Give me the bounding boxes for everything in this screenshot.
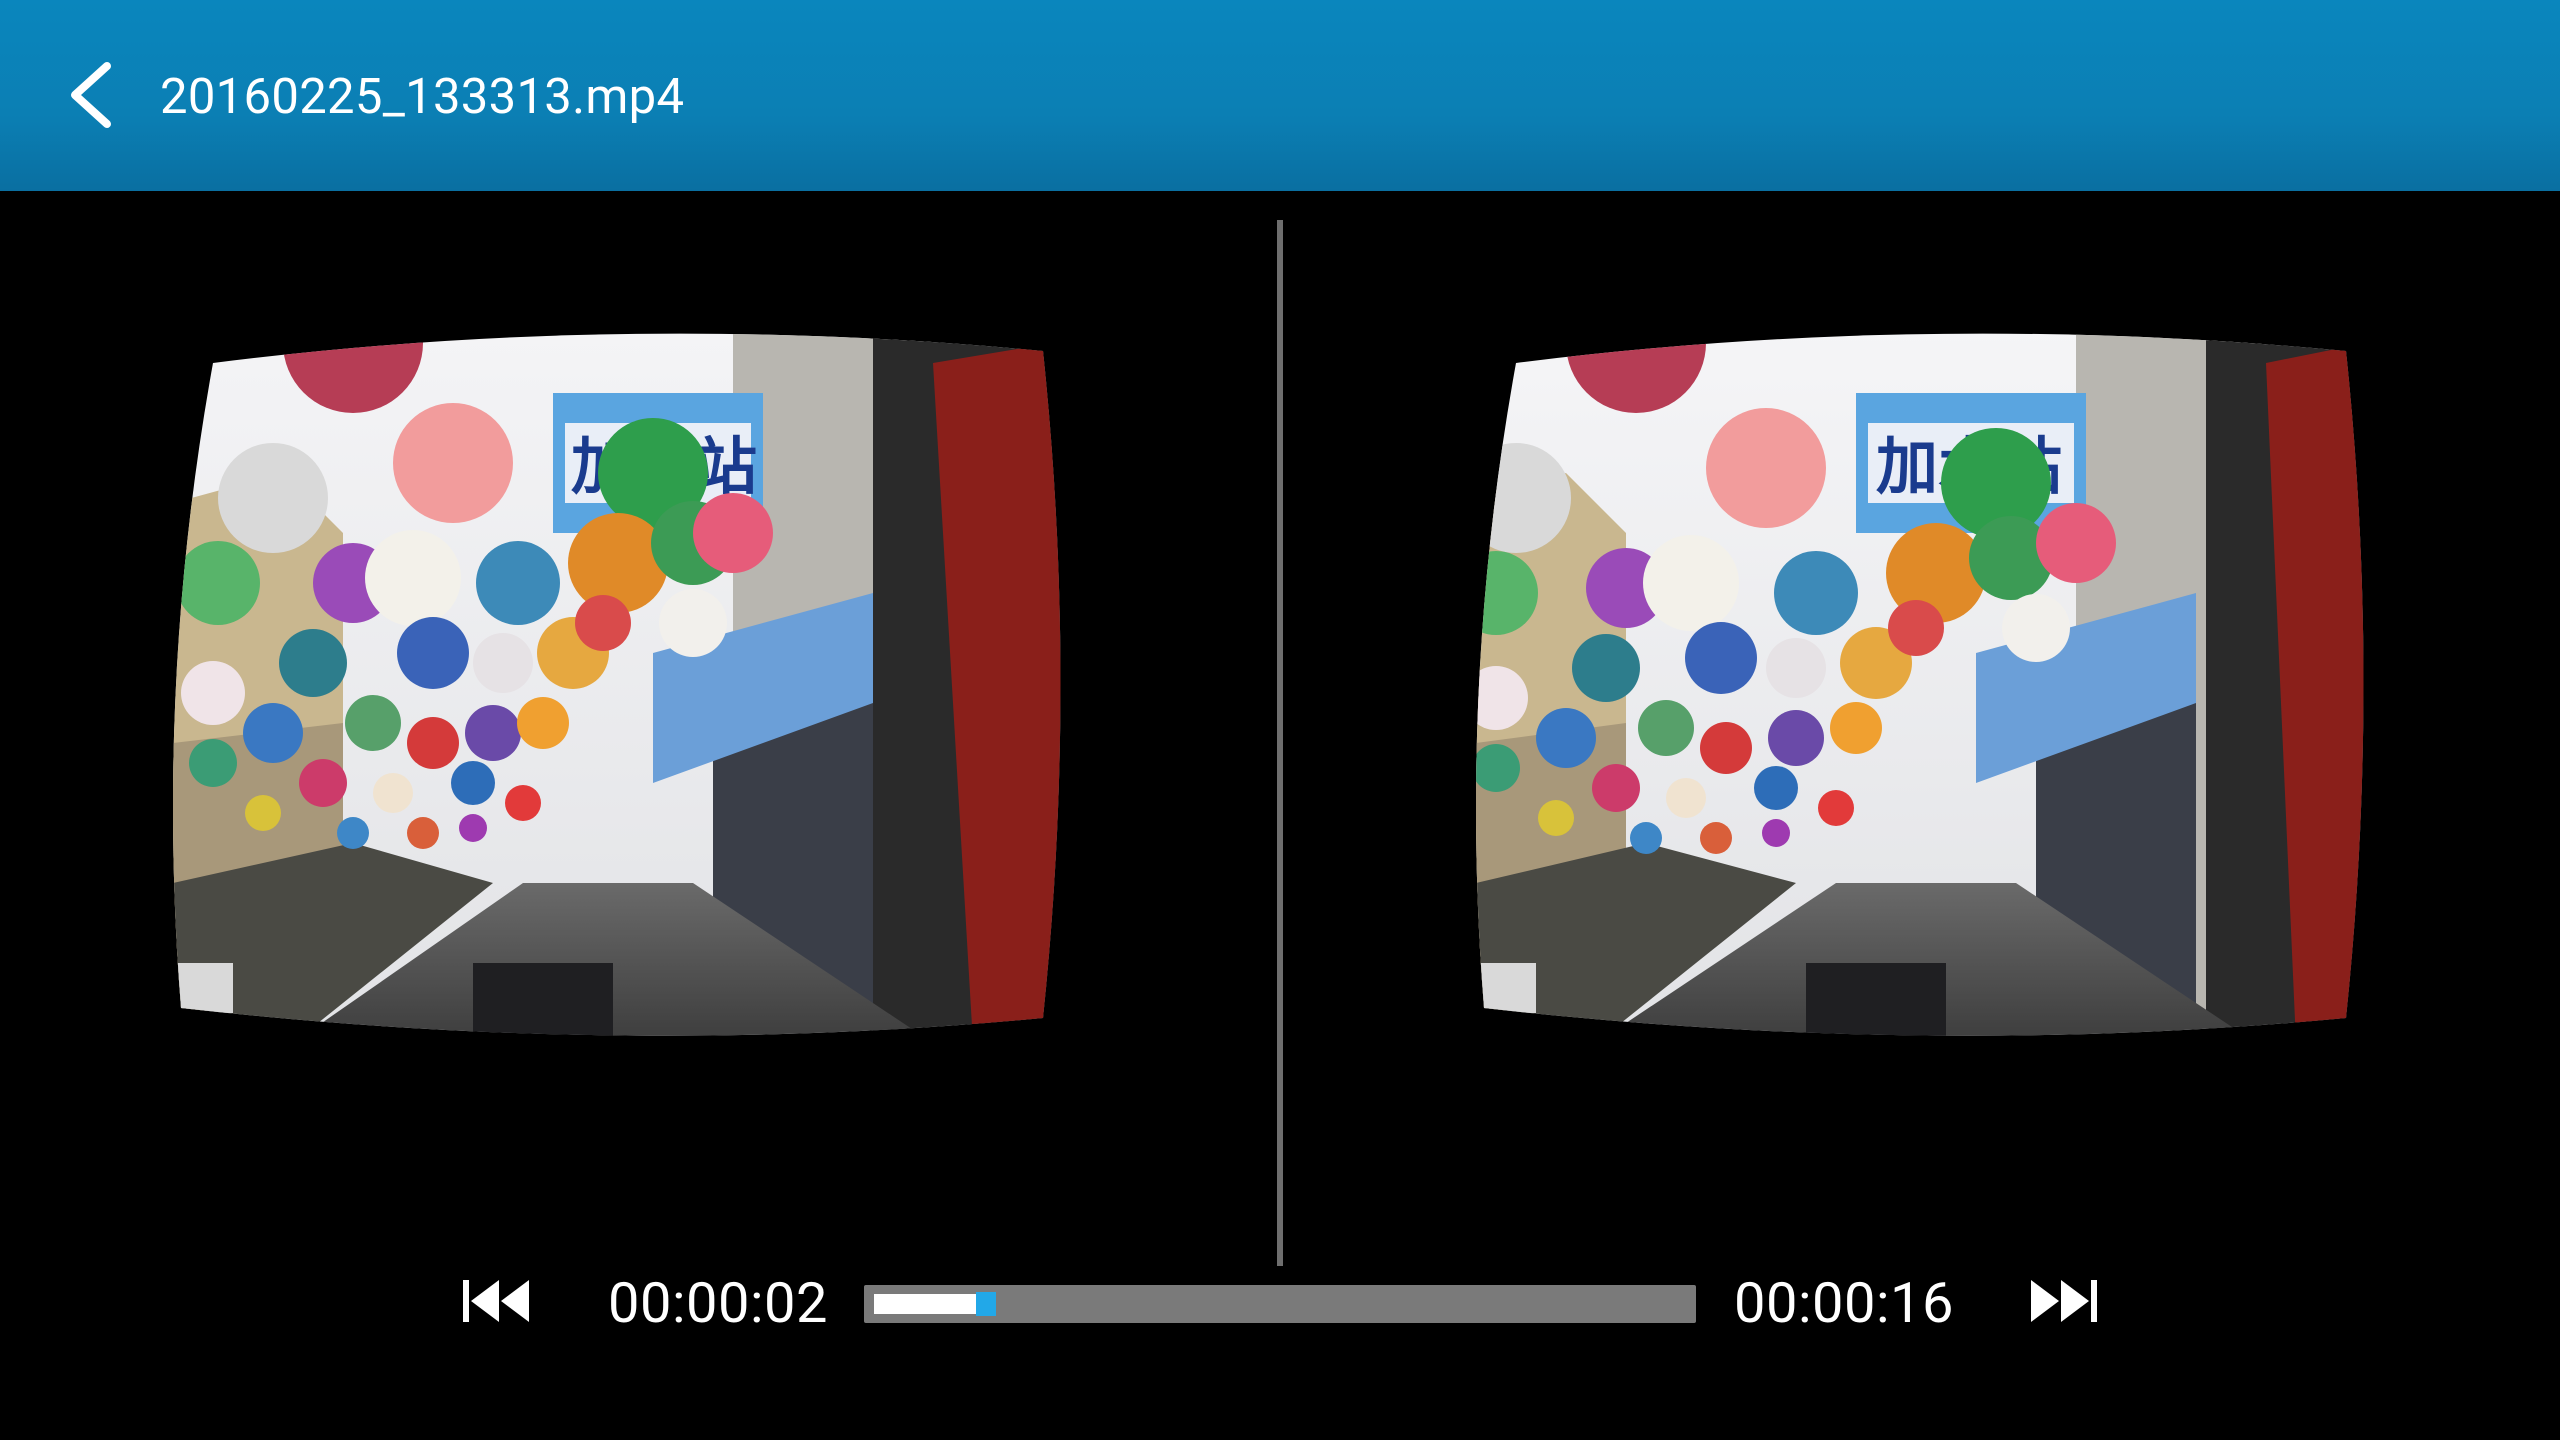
playback-controls: 00:00:02 00:00:16 bbox=[0, 1255, 2560, 1355]
right-eye-video-view[interactable]: 加水站 bbox=[1476, 323, 2376, 1043]
video-title: 20160225_133313.mp4 bbox=[160, 68, 685, 125]
video-frame-left: 加水站 bbox=[173, 333, 1061, 1036]
app-bar: 20160225_133313.mp4 bbox=[0, 0, 2560, 191]
seek-thumb[interactable] bbox=[976, 1292, 996, 1316]
seek-bar[interactable] bbox=[864, 1285, 1696, 1323]
current-time: 00:00:02 bbox=[608, 1270, 828, 1336]
seek-progress-fill bbox=[874, 1294, 980, 1314]
skip-previous-icon bbox=[463, 1280, 529, 1322]
back-button[interactable] bbox=[46, 50, 136, 140]
arrow-back-icon bbox=[71, 62, 111, 128]
skip-previous-button[interactable] bbox=[452, 1269, 542, 1333]
skip-next-button[interactable] bbox=[2018, 1269, 2108, 1333]
video-frame-right: 加水站 bbox=[1476, 333, 2364, 1036]
video-player-screen: 20160225_133313.mp4 00:00:02 00:00:16 bbox=[0, 0, 2560, 1440]
skip-next-icon bbox=[2031, 1280, 2097, 1322]
vr-divider bbox=[1277, 220, 1283, 1266]
left-eye-video-view[interactable]: 加水站 bbox=[173, 323, 1073, 1043]
total-time: 00:00:16 bbox=[1734, 1270, 1954, 1336]
